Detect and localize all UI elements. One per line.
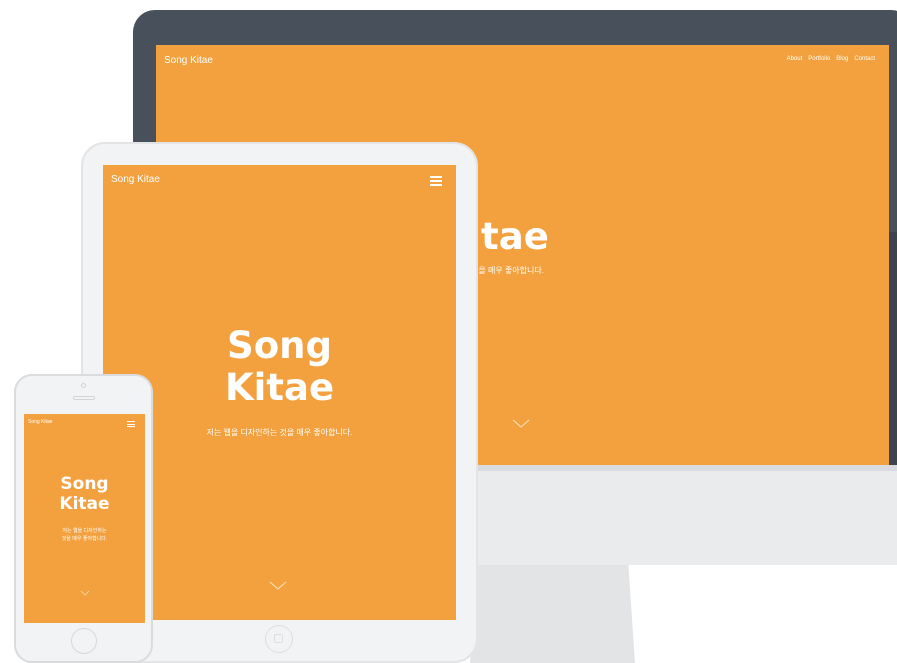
phone-screen: Song Kitae Song Kitae 저는 웹을 디자인하는 것을 매우 … xyxy=(24,414,145,623)
phone-hero-title-line2: Kitae xyxy=(59,494,110,514)
speaker-icon xyxy=(73,396,95,400)
nav-item-about[interactable]: About xyxy=(787,56,803,62)
home-button-icon[interactable] xyxy=(265,625,293,653)
tablet-hero-title-line2: Kitae xyxy=(224,366,335,409)
nav-item-blog[interactable]: Blog xyxy=(836,56,848,62)
nav-item-contact[interactable]: Contact xyxy=(854,56,875,62)
phone-hero-subtitle-line2: 것을 매우 좋아합니다. xyxy=(61,536,108,542)
chevron-down-icon[interactable] xyxy=(80,590,90,596)
nav-item-portfolio[interactable]: Portfolio xyxy=(808,56,830,62)
tablet-brand-logo[interactable]: Song Kitae xyxy=(111,174,160,185)
tablet-screen: Song Kitae Song Kitae 저는 웹을 디자인하는 것을 매우 … xyxy=(103,165,456,620)
tablet-hero-title: Song Kitae xyxy=(103,325,456,409)
phone-brand-logo[interactable]: Song Kitae xyxy=(28,419,52,425)
monitor-stand xyxy=(470,565,635,663)
home-button-icon[interactable] xyxy=(71,628,97,654)
desktop-nav: About Portfolio Blog Contact xyxy=(787,56,875,62)
chevron-down-icon[interactable] xyxy=(269,581,287,591)
hamburger-menu-icon[interactable] xyxy=(430,176,442,188)
tablet-hero-title-line1: Song xyxy=(227,324,332,367)
phone-hero-subtitle-line1: 저는 웹을 디자인하는 xyxy=(62,528,107,534)
hamburger-menu-icon[interactable] xyxy=(127,421,135,429)
chevron-down-icon[interactable] xyxy=(512,419,530,429)
phone-hero-subtitle: 저는 웹을 디자인하는 것을 매우 좋아합니다. xyxy=(52,527,117,543)
phone-hero-title-line1: Song xyxy=(60,474,109,494)
desktop-brand-logo[interactable]: Song Kitae xyxy=(164,55,213,66)
camera-icon xyxy=(81,383,86,388)
phone-hero-title: Song Kitae xyxy=(24,474,145,514)
tablet-hero-subtitle: 저는 웹을 디자인하는 것을 매우 좋아합니다. xyxy=(206,428,353,437)
